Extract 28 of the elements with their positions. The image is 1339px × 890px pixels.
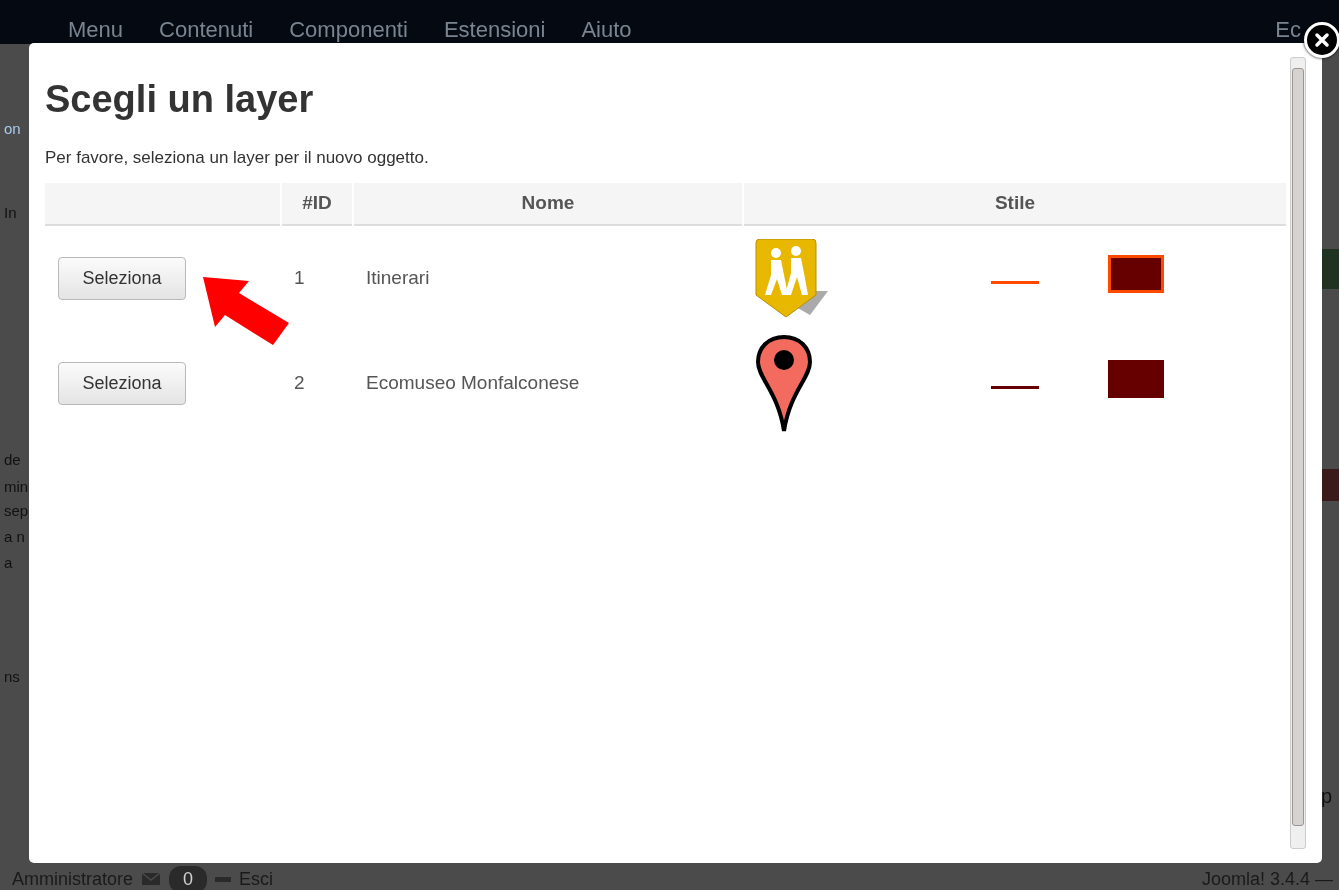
column-header: Nome (354, 183, 742, 227)
arrow-icon (203, 277, 289, 345)
select-button[interactable]: Seleziona (58, 257, 186, 301)
scrollbar[interactable] (1290, 57, 1306, 849)
dialog-title: Scegli un layer (45, 77, 315, 122)
table-cell-text: 1 (293, 266, 306, 291)
menu-item[interactable]: Componenti (289, 12, 408, 46)
menu-item[interactable]: Estensioni (443, 12, 546, 46)
table-cell-text: 2 (293, 371, 306, 396)
background-text: sep (4, 500, 30, 521)
column-header: Stile (744, 183, 1286, 227)
close-icon (1314, 32, 1330, 48)
menu-item[interactable]: Aiuto (581, 12, 632, 46)
minus-icon (215, 876, 232, 882)
table-cell-text: Itinerari (365, 266, 431, 291)
column-header: #ID (282, 183, 352, 227)
envelope-icon (141, 872, 162, 886)
background-text: a (4, 552, 14, 573)
intro-text: Per favore, seleziona un layer per il nuovo oggetto. (45, 146, 430, 169)
select-button[interactable]: Seleziona (58, 362, 186, 406)
menu-item[interactable]: Menu (68, 12, 124, 46)
menu-item[interactable]: Contenuti (159, 12, 254, 46)
background-text: min (4, 476, 30, 497)
background-text: p (1321, 784, 1334, 809)
background-text: de (4, 449, 22, 470)
background-text: ns (4, 666, 21, 687)
message-count: 0 (169, 865, 208, 890)
table-cell-text: Ecomuseo Monfalconese (365, 371, 581, 396)
